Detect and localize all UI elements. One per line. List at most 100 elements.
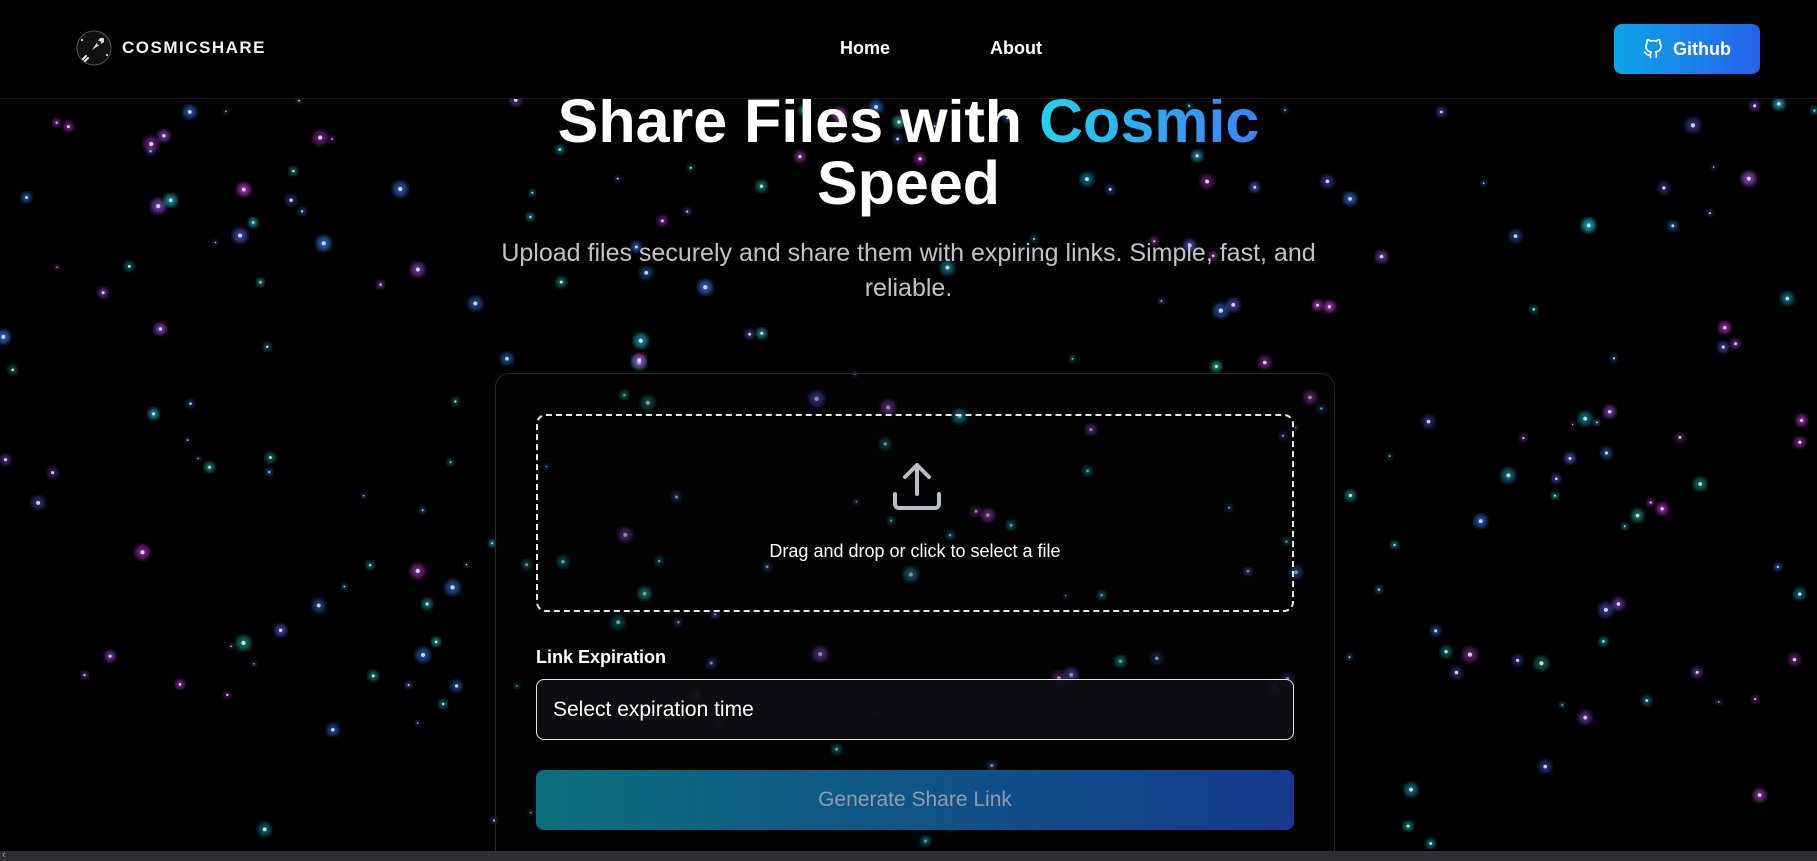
star <box>1612 357 1616 360</box>
upload-card: Drag and drop or click to select a file … <box>495 373 1335 861</box>
star <box>1444 650 1448 654</box>
star <box>449 461 452 464</box>
star <box>1583 416 1588 421</box>
top-navbar: COSMICSHARE Home About Github <box>0 0 1817 99</box>
star <box>505 356 509 361</box>
star <box>266 345 269 349</box>
star <box>638 338 643 343</box>
star <box>278 628 283 633</box>
github-icon <box>1643 39 1662 59</box>
github-button[interactable]: Github <box>1614 24 1760 74</box>
star <box>1568 456 1572 460</box>
star <box>416 722 419 724</box>
brand-logo-link[interactable]: COSMICSHARE <box>74 28 266 68</box>
star <box>1506 473 1511 478</box>
star <box>11 368 15 372</box>
star <box>3 458 8 462</box>
star <box>1734 342 1738 346</box>
star <box>1695 670 1699 674</box>
star <box>1454 670 1459 675</box>
star <box>362 495 365 497</box>
star <box>1426 419 1431 424</box>
star <box>1649 501 1652 504</box>
scroll-left-arrow-icon[interactable]: ‹ <box>2 849 6 861</box>
star <box>1721 345 1725 349</box>
app-window: COSMICSHARE Home About Github Share File… <box>0 0 1817 861</box>
nav-link-about[interactable]: About <box>990 38 1042 59</box>
star <box>637 358 642 363</box>
star <box>1218 308 1224 313</box>
star <box>491 542 494 545</box>
star <box>1553 494 1556 497</box>
star <box>1698 482 1703 486</box>
star <box>454 400 457 403</box>
horizontal-scrollbar[interactable]: ‹ <box>0 849 1817 861</box>
star <box>1797 592 1802 596</box>
expiration-select[interactable]: Select expiration time <box>536 679 1294 740</box>
star <box>140 550 145 555</box>
star <box>108 654 112 658</box>
star <box>1757 793 1762 797</box>
star <box>371 674 375 678</box>
hero-title: Share Files with Cosmic Speed <box>529 90 1289 214</box>
star <box>760 331 764 335</box>
star <box>1522 436 1525 440</box>
hero-subtitle: Upload files securely and share them wit… <box>501 239 1316 302</box>
brand-name: COSMICSHARE <box>122 38 267 57</box>
star <box>226 693 229 697</box>
star <box>1660 507 1664 511</box>
star <box>1478 519 1483 524</box>
star <box>151 412 156 416</box>
star <box>1554 477 1558 481</box>
star <box>455 684 459 688</box>
star <box>450 585 455 590</box>
star <box>421 509 424 512</box>
rocket-icon <box>76 30 112 66</box>
star <box>331 727 335 732</box>
star <box>208 465 211 469</box>
star <box>441 702 445 706</box>
star <box>1071 357 1074 360</box>
star <box>1516 658 1520 662</box>
generate-share-link-button[interactable]: Generate Share Link <box>536 770 1294 830</box>
nav-link-home[interactable]: Home <box>840 38 890 59</box>
star <box>189 402 192 405</box>
star <box>434 640 438 644</box>
star <box>1377 588 1380 591</box>
star <box>420 652 426 658</box>
hero-section: Share Files with Cosmic Speed Upload file… <box>0 90 1817 306</box>
star <box>316 603 321 608</box>
star <box>1602 640 1605 643</box>
star <box>197 457 199 460</box>
star <box>1607 409 1612 414</box>
expiration-select-value: Select expiration time <box>553 697 754 721</box>
star <box>268 471 271 474</box>
file-dropzone[interactable]: Drag and drop or click to select a file <box>536 414 1294 612</box>
star <box>178 682 182 686</box>
star <box>1539 661 1544 666</box>
star <box>253 663 255 665</box>
star <box>1571 423 1574 426</box>
star <box>1678 436 1682 439</box>
star <box>158 327 163 331</box>
star <box>1800 418 1804 422</box>
star <box>262 827 267 832</box>
star <box>36 500 41 505</box>
star <box>1561 704 1563 706</box>
star <box>1583 715 1588 720</box>
star <box>1635 513 1640 518</box>
star <box>186 439 189 441</box>
star <box>268 456 272 459</box>
star <box>1406 824 1410 828</box>
hero-title-part2: Speed <box>816 149 1001 217</box>
star <box>1467 652 1473 657</box>
star <box>1718 701 1720 703</box>
star <box>1429 842 1433 845</box>
star <box>1388 455 1391 457</box>
star <box>1623 525 1626 528</box>
star <box>1596 421 1598 424</box>
star <box>1754 697 1757 701</box>
star <box>51 471 55 475</box>
github-button-label: Github <box>1673 38 1731 59</box>
star <box>83 674 86 677</box>
